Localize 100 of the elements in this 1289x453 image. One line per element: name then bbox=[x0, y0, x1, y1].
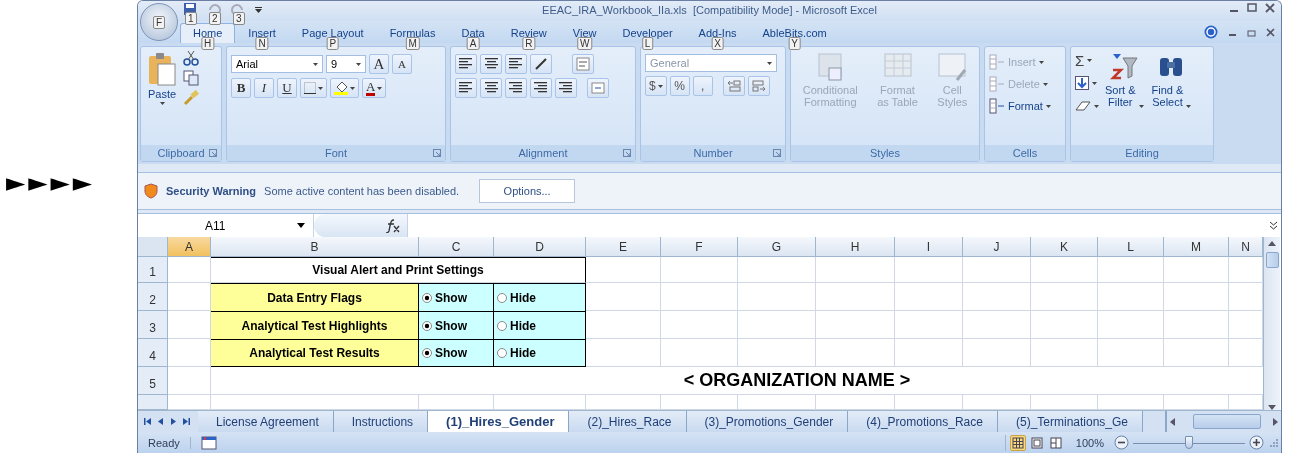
table-cell[interactable] bbox=[816, 283, 895, 311]
previous-sheet-icon[interactable] bbox=[157, 417, 164, 426]
sheet-tab[interactable]: (2)_Hires_Race bbox=[569, 411, 687, 432]
table-cell[interactable] bbox=[1098, 257, 1164, 283]
row-header[interactable]: 2 bbox=[138, 283, 168, 311]
sheet-tab[interactable]: Instructions bbox=[333, 411, 429, 432]
table-cell[interactable] bbox=[816, 257, 895, 283]
font-name-field[interactable]: Arial bbox=[231, 55, 323, 73]
column-header[interactable]: E bbox=[586, 237, 661, 257]
sheet-tab[interactable]: (1)_Hires_Gender bbox=[428, 411, 570, 432]
table-cell[interactable] bbox=[963, 283, 1031, 311]
table-cell[interactable] bbox=[738, 283, 816, 311]
middle-align-button[interactable] bbox=[480, 54, 502, 74]
row-header[interactable]: 4 bbox=[138, 339, 168, 367]
decrease-indent-button[interactable] bbox=[530, 78, 552, 98]
expand-icon[interactable] bbox=[1268, 221, 1278, 230]
table-cell[interactable] bbox=[895, 311, 963, 339]
table-cell[interactable] bbox=[661, 283, 738, 311]
dialog-launcher-icon[interactable] bbox=[623, 149, 631, 157]
table-cell[interactable] bbox=[661, 339, 738, 367]
copy-icon[interactable] bbox=[183, 70, 199, 86]
table-cell[interactable] bbox=[1098, 339, 1164, 367]
column-header[interactable]: H bbox=[816, 237, 895, 257]
last-sheet-icon[interactable] bbox=[183, 417, 190, 426]
table-cell[interactable] bbox=[963, 339, 1031, 367]
column-header[interactable]: F bbox=[661, 237, 738, 257]
dialog-launcher-icon[interactable] bbox=[209, 149, 217, 157]
sheet-tab[interactable]: License Agreement bbox=[198, 411, 334, 432]
currency-button[interactable]: $ bbox=[645, 76, 667, 96]
view-button[interactable] bbox=[1047, 434, 1064, 451]
scrollbar-thumb[interactable] bbox=[1265, 252, 1279, 268]
table-cell[interactable] bbox=[963, 311, 1031, 339]
bold-button[interactable]: B bbox=[231, 78, 251, 98]
sheet-tab[interactable]: (5)_Terminations_Ge bbox=[997, 411, 1144, 432]
radio-button[interactable]: Hide bbox=[497, 318, 536, 333]
percent-button[interactable]: % bbox=[669, 76, 690, 96]
redo-icon[interactable] bbox=[231, 2, 245, 16]
vertical-scrollbar[interactable] bbox=[1263, 237, 1280, 410]
row-header[interactable]: 5 bbox=[138, 367, 168, 395]
align-right-button[interactable] bbox=[505, 78, 527, 98]
column-header[interactable]: M bbox=[1164, 237, 1229, 257]
paste-button[interactable]: Paste bbox=[145, 50, 179, 107]
radio-button[interactable]: Hide bbox=[497, 346, 536, 360]
table-cell[interactable] bbox=[1031, 339, 1098, 367]
bottom-align-button[interactable] bbox=[505, 54, 527, 74]
table-cell[interactable] bbox=[586, 283, 661, 311]
table-cell[interactable] bbox=[168, 367, 211, 395]
cut-icon[interactable] bbox=[183, 50, 199, 66]
column-header[interactable]: B bbox=[211, 237, 419, 257]
merge-center-button[interactable] bbox=[587, 78, 609, 98]
font-size-field[interactable]: 9 bbox=[326, 55, 366, 73]
table-cell[interactable] bbox=[168, 257, 211, 283]
fill-button[interactable] bbox=[1075, 73, 1099, 93]
maximize-icon[interactable] bbox=[1247, 3, 1257, 13]
find-select-button[interactable]: Find & Select bbox=[1149, 50, 1194, 110]
borders-button[interactable] bbox=[300, 78, 327, 98]
table-cell[interactable] bbox=[895, 283, 963, 311]
radio-button[interactable]: Hide bbox=[497, 290, 536, 305]
table-cell[interactable] bbox=[586, 311, 661, 339]
table-cell[interactable] bbox=[816, 339, 895, 367]
comma-button[interactable]: , bbox=[692, 76, 713, 96]
table-cell[interactable] bbox=[1164, 257, 1229, 283]
close-icon[interactable] bbox=[1265, 3, 1275, 13]
underline-button[interactable]: U bbox=[277, 78, 297, 98]
table-cell[interactable] bbox=[661, 311, 738, 339]
orientation-button[interactable] bbox=[530, 54, 552, 74]
view-button[interactable] bbox=[1028, 434, 1045, 451]
format-painter-icon[interactable] bbox=[183, 90, 199, 106]
increase-indent-button[interactable] bbox=[555, 78, 577, 98]
column-header[interactable]: N bbox=[1229, 237, 1263, 257]
office-button[interactable]: F bbox=[140, 3, 178, 41]
table-cell[interactable] bbox=[1031, 311, 1098, 339]
table-cell[interactable] bbox=[738, 257, 816, 283]
table-cell[interactable] bbox=[661, 257, 738, 283]
dialog-launcher-icon[interactable] bbox=[433, 149, 441, 157]
sheet-tab[interactable]: (4)_Promotions_Race bbox=[848, 411, 998, 432]
column-header[interactable]: L bbox=[1098, 237, 1164, 257]
table-cell[interactable] bbox=[1229, 339, 1263, 367]
table-cell[interactable] bbox=[1164, 311, 1229, 339]
sheet-tab[interactable]: (3)_Promotions_Gender bbox=[686, 411, 849, 432]
column-header[interactable]: C bbox=[419, 237, 494, 257]
next-sheet-icon[interactable] bbox=[170, 417, 177, 426]
first-sheet-icon[interactable] bbox=[144, 417, 151, 426]
top-align-button[interactable] bbox=[455, 54, 477, 74]
zoom-slider[interactable] bbox=[1133, 434, 1245, 451]
table-cell[interactable] bbox=[816, 311, 895, 339]
options-button[interactable]: Options... bbox=[479, 179, 576, 203]
center-button[interactable] bbox=[480, 78, 502, 98]
column-header[interactable]: I bbox=[895, 237, 963, 257]
column-header[interactable]: J bbox=[963, 237, 1031, 257]
column-header[interactable]: A bbox=[168, 237, 211, 257]
row-header[interactable]: 3 bbox=[138, 311, 168, 339]
fill-color-button[interactable] bbox=[330, 78, 359, 98]
select-all-button[interactable] bbox=[138, 237, 168, 257]
table-cell[interactable] bbox=[586, 339, 661, 367]
radio-button[interactable]: Show bbox=[422, 290, 467, 305]
increase-decimal-button[interactable] bbox=[722, 76, 745, 96]
table-cell[interactable] bbox=[738, 339, 816, 367]
table-cell[interactable] bbox=[895, 257, 963, 283]
sort-filter-button[interactable]: Sort & Filter bbox=[1103, 50, 1146, 110]
